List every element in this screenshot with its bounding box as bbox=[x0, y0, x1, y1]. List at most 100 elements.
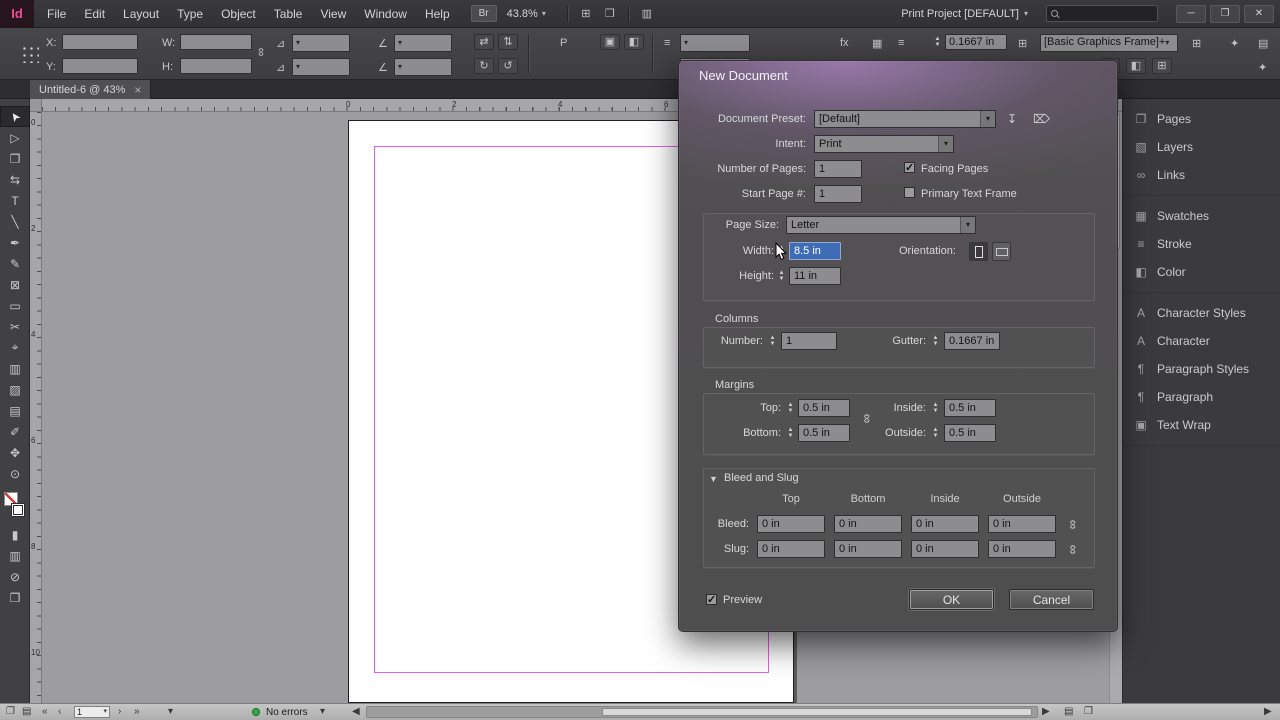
last-page-button[interactable]: » bbox=[134, 706, 140, 717]
intent-dropdown[interactable]: Print ▾ bbox=[814, 135, 954, 153]
height-input[interactable]: 11 in bbox=[789, 267, 841, 285]
bridge-button[interactable]: Br bbox=[470, 5, 497, 22]
margin-inside-stepper[interactable] bbox=[930, 399, 941, 417]
restore-button[interactable]: ❐ bbox=[1210, 4, 1240, 23]
insert-grid-icon[interactable]: ⊞ bbox=[1152, 58, 1172, 74]
menu-item[interactable]: Window bbox=[355, 0, 416, 28]
chevron-down-icon[interactable]: ▾ bbox=[168, 706, 173, 717]
workspace-switcher[interactable]: Print Project [DEFAULT] ▾ bbox=[901, 8, 1028, 20]
margin-inside-input[interactable]: 0.5 in bbox=[944, 399, 996, 417]
start-page-input[interactable]: 1 bbox=[814, 185, 862, 203]
tool-rectangle-frame[interactable]: ⊠ bbox=[0, 274, 30, 295]
tool-gap[interactable]: ⇆ bbox=[0, 169, 30, 190]
pages-icon[interactable]: ❐ bbox=[1084, 706, 1093, 717]
reference-point-proxy[interactable] bbox=[20, 44, 39, 63]
shear-angle-input[interactable] bbox=[394, 58, 452, 76]
tool-type[interactable]: T bbox=[0, 190, 30, 211]
grid-options-icon[interactable]: ⊞ bbox=[1192, 37, 1201, 50]
tool-pen[interactable]: ✒ bbox=[0, 232, 30, 253]
zoom-level-dropdown[interactable]: 43.8% ▾ bbox=[507, 8, 546, 20]
preview-checkbox[interactable] bbox=[706, 593, 717, 606]
w-input[interactable] bbox=[180, 34, 252, 50]
tool-gradient[interactable]: ▥ bbox=[0, 358, 30, 379]
bleed-link-icon[interactable]: ∞ bbox=[1066, 520, 1081, 529]
panel-item-color[interactable]: ◧ Color bbox=[1123, 258, 1280, 286]
stroke-weight-stepper[interactable] bbox=[932, 33, 943, 51]
gutter-stepper[interactable] bbox=[930, 332, 941, 350]
slug-input[interactable]: 0 in bbox=[834, 540, 902, 558]
bleed-input[interactable]: 0 in bbox=[757, 515, 825, 533]
flip-horizontal-icon[interactable]: ⇄ bbox=[474, 34, 494, 50]
preflight-panel-icon[interactable]: ❐ bbox=[6, 706, 15, 717]
bleed-input[interactable]: 0 in bbox=[988, 515, 1056, 533]
rotation-angle-input[interactable] bbox=[394, 34, 452, 52]
facing-pages-checkbox[interactable] bbox=[904, 161, 915, 174]
tool-apply-gradient[interactable]: ▥ bbox=[0, 545, 30, 566]
object-style-dropdown[interactable]: [Basic Graphics Frame]+ bbox=[1040, 34, 1178, 52]
margin-top-stepper[interactable] bbox=[785, 399, 796, 417]
orientation-landscape-button[interactable] bbox=[992, 242, 1011, 261]
menu-item[interactable]: File bbox=[38, 0, 75, 28]
panel-item-pages[interactable]: ❐ Pages bbox=[1123, 105, 1280, 133]
chevron-down-icon[interactable]: ▾ bbox=[320, 706, 325, 717]
panel-item-paragraph-styles[interactable]: ¶ Paragraph Styles bbox=[1123, 355, 1280, 383]
page-number-field[interactable]: 1 bbox=[74, 706, 110, 718]
menu-item[interactable]: Table bbox=[265, 0, 312, 28]
panel-item-text-wrap[interactable]: ▣ Text Wrap bbox=[1123, 411, 1280, 439]
tool-hand[interactable]: ✥ bbox=[0, 442, 30, 463]
screen-mode-icon[interactable]: ❒ bbox=[599, 7, 621, 20]
x-input[interactable] bbox=[62, 34, 138, 50]
quick-apply-2-icon[interactable]: ✦ bbox=[1258, 61, 1267, 74]
tool-note[interactable]: ▤ bbox=[0, 400, 30, 421]
first-page-button[interactable]: « bbox=[42, 706, 48, 717]
bleed-input[interactable]: 0 in bbox=[911, 515, 979, 533]
menu-item[interactable]: Object bbox=[212, 0, 265, 28]
slug-input[interactable]: 0 in bbox=[988, 540, 1056, 558]
tool-scissors[interactable]: ✂ bbox=[0, 316, 30, 337]
frame-fitting-icon[interactable]: ⊞ bbox=[1018, 37, 1027, 50]
next-page-button[interactable]: › bbox=[118, 706, 121, 717]
tool-selection[interactable]: ➤ bbox=[0, 106, 30, 127]
slug-link-icon[interactable]: ∞ bbox=[1066, 545, 1081, 554]
stroke-type-dropdown[interactable] bbox=[680, 34, 750, 52]
panel-item-links[interactable]: ∞ Links bbox=[1123, 161, 1280, 189]
stroke-weight-input[interactable]: 0.1667 in bbox=[945, 34, 1007, 50]
margin-outside-input[interactable]: 0.5 in bbox=[944, 424, 996, 442]
bleed-slug-collapse-icon[interactable]: ▼ bbox=[709, 474, 718, 484]
tool-apply-none[interactable]: ⊘ bbox=[0, 566, 30, 587]
scroll-right-edge-button[interactable]: ▶ bbox=[1264, 706, 1272, 717]
panel-item-layers[interactable]: ▧ Layers bbox=[1123, 133, 1280, 161]
close-button[interactable]: ✕ bbox=[1244, 4, 1274, 23]
tool-apply-color[interactable]: ▮ bbox=[0, 524, 30, 545]
previous-page-button[interactable]: ‹ bbox=[58, 706, 61, 717]
h-input[interactable] bbox=[180, 58, 252, 74]
menu-item[interactable]: Type bbox=[168, 0, 212, 28]
quick-apply-icon[interactable]: ✦ bbox=[1230, 37, 1239, 50]
tool-line[interactable]: ╲ bbox=[0, 211, 30, 232]
constrain-dimensions-icon[interactable]: ∞ bbox=[254, 48, 268, 57]
view-options-icon[interactable]: ⊞ bbox=[575, 7, 597, 20]
margin-outside-stepper[interactable] bbox=[930, 424, 941, 442]
tool-rectangle[interactable]: ▭ bbox=[0, 295, 30, 316]
preflight-status-text[interactable]: No errors bbox=[266, 707, 308, 718]
height-stepper[interactable] bbox=[776, 267, 787, 285]
tool-free-transform[interactable]: ⌖ bbox=[0, 337, 30, 358]
pages-view-icon[interactable]: ▤ bbox=[22, 706, 31, 717]
page-size-dropdown[interactable]: Letter ▾ bbox=[786, 216, 976, 234]
document-tab[interactable]: Untitled-6 @ 43% × bbox=[30, 80, 152, 99]
document-preset-dropdown[interactable]: [Default] ▾ bbox=[814, 110, 996, 128]
bleed-input[interactable]: 0 in bbox=[834, 515, 902, 533]
vertical-ruler[interactable]: 0 2 4 6 8 10 bbox=[30, 112, 42, 703]
tool-direct-selection[interactable]: ▷ bbox=[0, 127, 30, 148]
ruler-origin-corner[interactable] bbox=[30, 99, 42, 112]
menu-item[interactable]: Help bbox=[416, 0, 459, 28]
panel-menu-icon[interactable]: ▤ bbox=[1258, 37, 1268, 50]
minimize-button[interactable]: ─ bbox=[1176, 4, 1206, 23]
slug-input[interactable]: 0 in bbox=[911, 540, 979, 558]
horizontal-scrollbar[interactable] bbox=[366, 706, 1038, 718]
columns-number-stepper[interactable] bbox=[767, 332, 778, 350]
scale-x-input[interactable] bbox=[292, 34, 350, 52]
stroke-color-chip[interactable] bbox=[11, 503, 25, 517]
panel-item-stroke[interactable]: ≡ Stroke bbox=[1123, 230, 1280, 258]
rotate-ccw-icon[interactable]: ↺ bbox=[498, 58, 518, 74]
